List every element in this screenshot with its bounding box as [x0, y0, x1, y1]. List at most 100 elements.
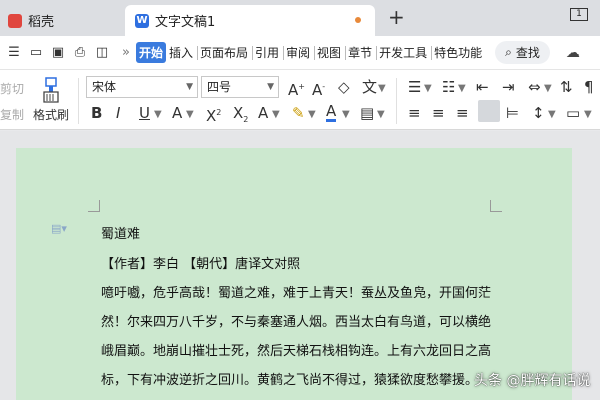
grow-font-icon[interactable]: A+	[288, 78, 305, 99]
document-line[interactable]: 然！尔来四万八千岁，不与秦塞通人烟。西当太白有鸟道，可以横绝	[101, 311, 491, 330]
decrease-indent-icon[interactable]: ⇤	[476, 78, 489, 96]
border-icon[interactable]: ▭	[566, 104, 580, 122]
chevron-down-icon[interactable]: ▼	[584, 106, 592, 124]
chevron-down-icon[interactable]: ▼	[544, 80, 552, 98]
font-name-select[interactable]: 宋体 ▼	[86, 76, 198, 98]
menu-page-layout[interactable]: 页面布局	[199, 42, 249, 63]
document-title[interactable]: 蜀道难	[101, 223, 140, 242]
document-line[interactable]: 【作者】李白 【朝代】唐译文对照	[101, 253, 300, 272]
tab-document-label: 文字文稿1	[155, 15, 216, 30]
font-size-value: 四号	[207, 80, 232, 94]
line-spacing-icon[interactable]: ↕	[532, 104, 545, 122]
menu-separator	[431, 45, 433, 60]
menu-features[interactable]: 特色功能	[433, 42, 483, 63]
menu-separator	[197, 45, 198, 60]
menu-reference[interactable]: 引用	[254, 42, 280, 63]
document-line[interactable]: 噫吁嚱，危乎高哉！蜀道之难，难于上青天！蚕丛及鱼凫，开国何茫	[101, 282, 491, 301]
menu-separator	[283, 45, 285, 60]
chevron-down-icon[interactable]: ▼	[154, 106, 162, 124]
align-right-icon[interactable]: ≡	[456, 104, 469, 122]
text-effect-icon[interactable]: A	[172, 104, 182, 122]
show-marks-icon[interactable]: ¶	[584, 78, 594, 96]
justify-active-highlight	[478, 100, 500, 122]
numbered-list-icon[interactable]: ☷	[442, 78, 455, 96]
chevron-down-icon: ▼	[186, 82, 193, 92]
shrink-font-icon[interactable]: A-	[312, 78, 325, 99]
more-chevron-icon[interactable]: »	[122, 45, 130, 60]
margin-corner-mark	[490, 200, 502, 212]
bold-icon[interactable]: B	[91, 104, 102, 122]
margin-corner-mark	[88, 200, 100, 212]
cut-button[interactable]: 剪切	[0, 80, 24, 97]
chevron-down-icon[interactable]: ▼	[308, 106, 316, 124]
folder-icon[interactable]: ▭	[28, 45, 44, 61]
sort-icon[interactable]: ⇅	[560, 78, 573, 96]
format-painter-icon	[43, 77, 59, 103]
format-painter-button[interactable]: 格式刷	[33, 106, 69, 123]
menu-insert[interactable]: 插入	[168, 42, 194, 63]
document-canvas[interactable]: ▤▾ 蜀道难 【作者】李白 【朝代】唐译文对照 噫吁嚱，危乎高哉！蜀道之难，难于…	[0, 131, 600, 400]
menu-start[interactable]: 开始	[135, 42, 166, 63]
document-page[interactable]: ▤▾ 蜀道难 【作者】李白 【朝代】唐译文对照 噫吁嚱，危乎高哉！蜀道之难，难于…	[16, 148, 572, 400]
tab-home[interactable]: 稻壳	[0, 5, 120, 36]
ribbon-divider	[78, 78, 79, 124]
menu-view[interactable]: 视图	[316, 42, 342, 63]
watermark: 头条 @胖辉有话说	[474, 373, 591, 389]
underline-icon[interactable]: U	[139, 104, 150, 122]
chevron-down-icon[interactable]: ▼	[272, 106, 280, 124]
pinyin-guide-button[interactable]: 文	[362, 78, 377, 96]
char-shading-icon[interactable]: A	[258, 104, 268, 122]
search-label: 查找	[515, 46, 540, 60]
chinese-layout-icon[interactable]: ⇔	[528, 78, 541, 96]
tab-home-label: 稻壳	[28, 15, 55, 30]
docer-logo-icon	[8, 13, 22, 28]
menu-separator	[314, 45, 316, 60]
increase-indent-icon[interactable]: ⇥	[502, 78, 515, 96]
bullet-list-icon[interactable]: ☰	[408, 78, 421, 96]
copy-button[interactable]: 复制	[0, 106, 24, 123]
tab-bar: 稻壳 W 文字文稿1 + 1	[0, 0, 600, 36]
print-icon[interactable]: ⎙	[72, 45, 88, 61]
font-size-select[interactable]: 四号 ▼	[201, 76, 279, 98]
chevron-down-icon[interactable]: ▼	[548, 106, 556, 124]
highlight-pen-icon[interactable]: ✎	[292, 104, 305, 122]
chevron-down-icon[interactable]: ▼	[378, 80, 386, 98]
chevron-down-icon[interactable]: ▼	[424, 80, 432, 98]
chevron-down-icon[interactable]: ▼	[377, 106, 385, 124]
align-left-icon[interactable]: ≡	[408, 104, 421, 122]
search-button[interactable]: ⌕ 查找	[495, 41, 550, 64]
font-color-icon[interactable]: A	[326, 104, 337, 122]
ribbon-divider	[396, 78, 397, 124]
clear-format-icon[interactable]: ◇	[338, 78, 350, 96]
window-count-badge[interactable]: 1	[570, 8, 588, 21]
unsaved-dot-icon	[355, 17, 361, 23]
distribute-icon[interactable]: ⊨	[506, 104, 519, 122]
menu-developer[interactable]: 开发工具	[378, 42, 428, 63]
paragraph-handle-icon[interactable]: ▤▾	[51, 222, 67, 235]
char-border-icon[interactable]: ▤	[360, 104, 374, 122]
document-line[interactable]: 标，下有冲波逆折之回川。黄鹤之飞尚不得过，猿猱欲度愁攀援。	[101, 369, 478, 388]
chevron-down-icon[interactable]: ▼	[342, 106, 350, 124]
save-icon[interactable]: ▣	[50, 45, 66, 61]
tab-document[interactable]: W 文字文稿1	[125, 5, 375, 36]
menu-icon[interactable]: ☰	[6, 45, 22, 61]
document-line[interactable]: 峨眉巅。地崩山摧壮士死，然后天梯石栈相钩连。上有六龙回日之高	[101, 340, 491, 359]
new-tab-plus-icon[interactable]: +	[388, 5, 405, 29]
writer-logo-icon: W	[135, 13, 149, 28]
chevron-down-icon[interactable]: ▼	[458, 80, 466, 98]
italic-icon[interactable]: I	[116, 104, 120, 122]
pinyin-label: 文	[362, 78, 378, 96]
chevron-down-icon[interactable]: ▼	[186, 106, 194, 124]
menu-separator	[252, 45, 254, 60]
align-center-icon[interactable]: ≡	[432, 104, 445, 122]
search-icon: ⌕	[505, 45, 512, 59]
cloud-icon[interactable]: ☁	[566, 45, 580, 61]
menu-review[interactable]: 审阅	[285, 42, 311, 63]
print-preview-icon[interactable]: ◫	[94, 45, 110, 61]
superscript-icon[interactable]: X2	[206, 104, 221, 125]
subscript-icon[interactable]: X2	[233, 104, 248, 129]
ribbon-toolbar: 剪切 复制 格式刷 宋体 ▼ 四号 ▼ A+ A- ◇ 文 ▼ B I U ▼ …	[0, 70, 600, 130]
menu-chapter[interactable]: 章节	[347, 42, 373, 63]
menu-separator	[376, 45, 378, 60]
font-name-value: 宋体	[92, 80, 117, 94]
